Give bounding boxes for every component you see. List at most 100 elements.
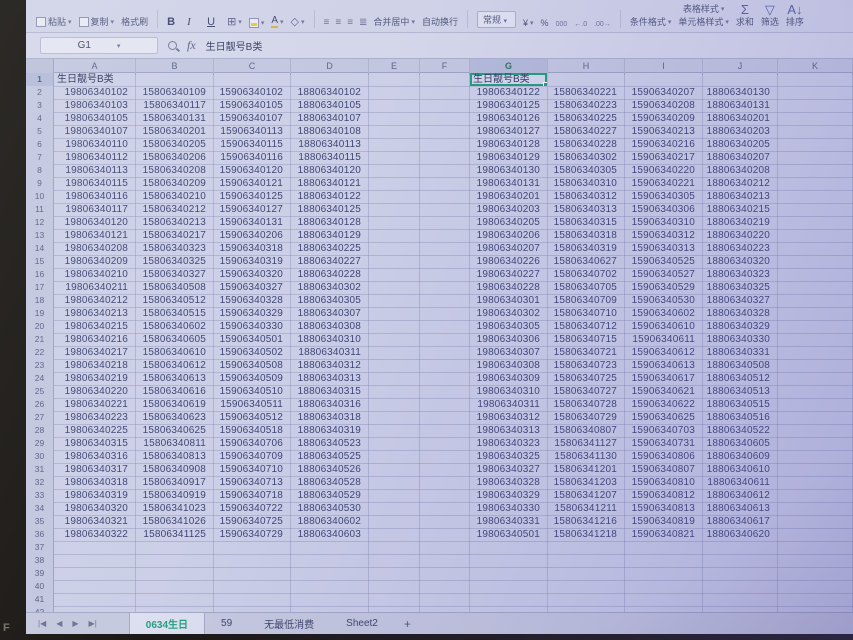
cell[interactable]: 18806340522 [703, 424, 778, 438]
cell[interactable]: 15906340327 [214, 281, 291, 295]
cell[interactable]: 15806340209 [136, 177, 214, 191]
cell[interactable]: 18806340131 [703, 99, 778, 113]
cell[interactable]: 15906340710 [214, 463, 291, 477]
cell[interactable]: 15806340702 [548, 268, 625, 282]
cell[interactable] [778, 229, 853, 243]
cell[interactable]: 19806340313 [470, 424, 548, 438]
row-number-cell[interactable]: 13 [26, 229, 54, 243]
cell[interactable] [420, 138, 470, 152]
cell[interactable] [291, 541, 369, 555]
cell[interactable] [420, 346, 470, 360]
cell[interactable] [703, 593, 778, 607]
cell[interactable]: 15806340917 [136, 476, 214, 490]
add-sheet-button[interactable]: + [396, 617, 419, 631]
cell[interactable]: 19806340331 [470, 515, 548, 529]
cell[interactable]: 18806340107 [291, 112, 369, 126]
cell[interactable] [54, 593, 136, 607]
cell[interactable]: 18806340310 [291, 333, 369, 347]
row-number-cell[interactable]: 42 [26, 606, 54, 612]
cell[interactable]: 18806340305 [291, 294, 369, 308]
increase-decimal-button[interactable]: ←.0 [574, 21, 587, 28]
row-number-cell[interactable]: 25 [26, 385, 54, 399]
cell[interactable] [420, 463, 470, 477]
cell[interactable]: 15806340508 [136, 281, 214, 295]
cell[interactable]: 18806340201 [703, 112, 778, 126]
cell[interactable]: 15806341127 [548, 437, 625, 451]
cell[interactable]: 18806340513 [703, 385, 778, 399]
cell[interactable]: 15906340127 [214, 203, 291, 217]
cell[interactable]: 19806340211 [54, 281, 136, 295]
cell[interactable]: 19806340122 [470, 86, 548, 100]
cell[interactable] [420, 541, 470, 555]
cell[interactable] [369, 203, 420, 217]
cell[interactable] [420, 333, 470, 347]
cell[interactable]: 18806340208 [703, 164, 778, 178]
cell[interactable]: 15906340806 [625, 450, 703, 464]
cell[interactable]: 15806340725 [548, 372, 625, 386]
cell[interactable]: 15906340709 [214, 450, 291, 464]
cell[interactable] [420, 190, 470, 204]
cell[interactable]: 15806340515 [136, 307, 214, 321]
last-sheet-button[interactable]: ▶| [85, 619, 101, 628]
cell[interactable]: 15906340725 [214, 515, 291, 529]
cell[interactable] [778, 359, 853, 373]
cell[interactable]: 19806340328 [470, 476, 548, 490]
cell[interactable]: 19806340312 [470, 411, 548, 425]
row-number-cell[interactable]: 3 [26, 99, 54, 113]
row-number-cell[interactable]: 10 [26, 190, 54, 204]
cell[interactable] [369, 476, 420, 490]
underline-button[interactable]: U [207, 16, 220, 28]
cell[interactable]: 15806340807 [548, 424, 625, 438]
cell[interactable]: 15806340613 [136, 372, 214, 386]
cell[interactable]: 18806340323 [703, 268, 778, 282]
cell[interactable]: 15806340512 [136, 294, 214, 308]
cell[interactable]: 19806340226 [470, 255, 548, 269]
cell[interactable] [625, 606, 703, 612]
cell[interactable]: 15806340318 [548, 229, 625, 243]
cell[interactable] [369, 450, 420, 464]
cell[interactable] [778, 281, 853, 295]
cell[interactable] [214, 73, 291, 87]
cell[interactable] [778, 294, 853, 308]
cell[interactable]: 18806340228 [291, 268, 369, 282]
cell[interactable]: 15906340501 [214, 333, 291, 347]
cell[interactable]: 15806340228 [548, 138, 625, 152]
cell[interactable]: 15806340319 [548, 242, 625, 256]
cell[interactable] [778, 242, 853, 256]
cell[interactable]: 19806340116 [54, 190, 136, 204]
cell[interactable] [778, 385, 853, 399]
cell[interactable]: 19806340330 [470, 502, 548, 516]
cell[interactable]: 15906340502 [214, 346, 291, 360]
cell[interactable]: 15806340212 [136, 203, 214, 217]
cell[interactable]: 18806340312 [291, 359, 369, 373]
cell[interactable] [369, 593, 420, 607]
row-number-cell[interactable]: 41 [26, 593, 54, 607]
cell[interactable] [548, 593, 625, 607]
cell[interactable]: 15906340718 [214, 489, 291, 503]
cell[interactable] [420, 567, 470, 581]
row-number-cell[interactable]: 27 [26, 411, 54, 425]
cell[interactable]: 15906340105 [214, 99, 291, 113]
cell[interactable]: 15906340508 [214, 359, 291, 373]
row-number-cell[interactable]: 36 [26, 528, 54, 542]
cell[interactable]: 19806340218 [54, 359, 136, 373]
cell[interactable]: 18806340212 [703, 177, 778, 191]
cell[interactable]: 15806340727 [548, 385, 625, 399]
cell[interactable] [214, 554, 291, 568]
cell[interactable]: 18806340215 [703, 203, 778, 217]
cell[interactable]: 15906340621 [625, 385, 703, 399]
cell[interactable]: 15906340813 [625, 502, 703, 516]
number-format-select[interactable]: 常规 ▾ [477, 11, 516, 28]
row-number-cell[interactable]: 14 [26, 242, 54, 256]
cell[interactable]: 15806341216 [548, 515, 625, 529]
cell[interactable]: 15906340208 [625, 99, 703, 113]
cell[interactable] [420, 606, 470, 612]
align-right-button[interactable]: ≡ [347, 17, 352, 28]
cell[interactable]: 15806340131 [136, 112, 214, 126]
cell[interactable] [778, 99, 853, 113]
cell[interactable]: 15806340709 [548, 294, 625, 308]
cell[interactable] [778, 112, 853, 126]
cell[interactable] [369, 580, 420, 594]
cell[interactable]: 15806340610 [136, 346, 214, 360]
cell[interactable]: 15806341211 [548, 502, 625, 516]
